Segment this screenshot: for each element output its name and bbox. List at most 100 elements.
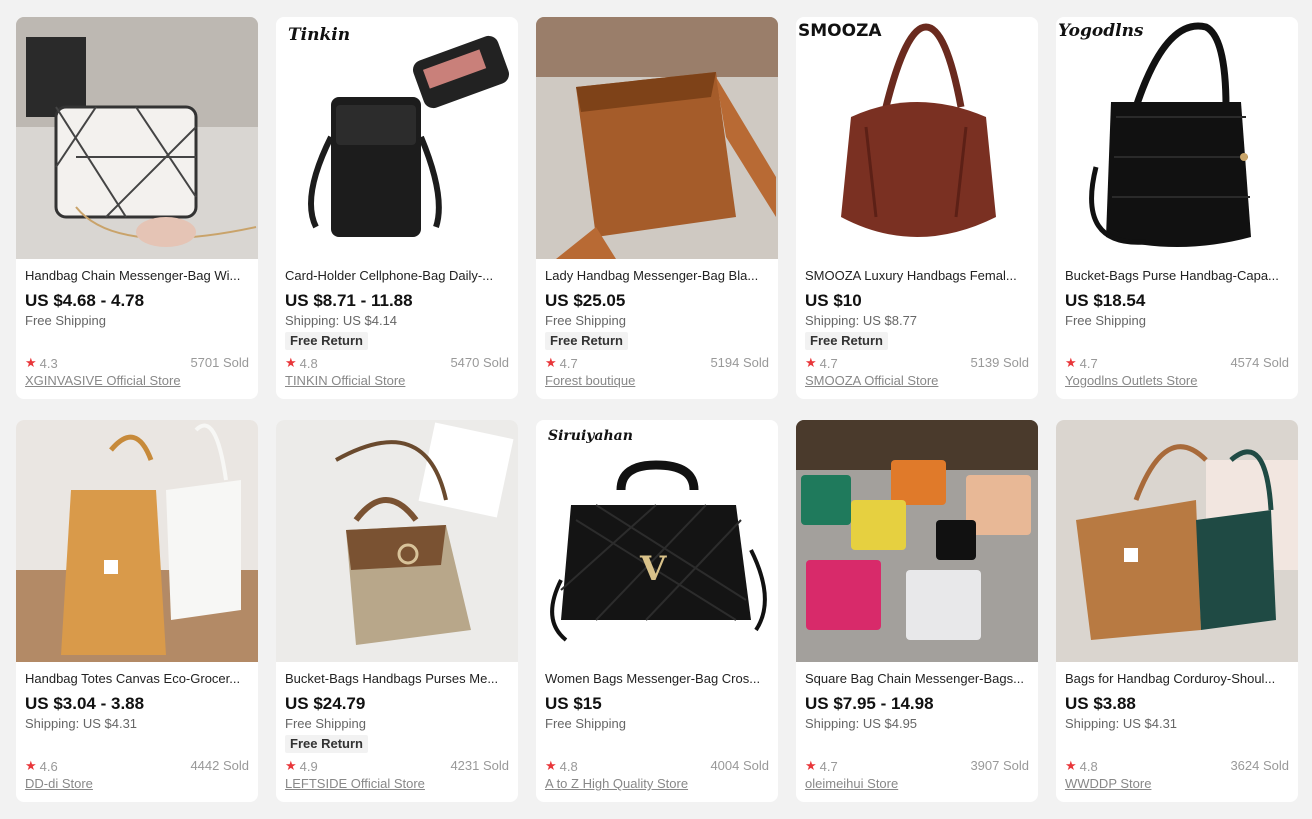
product-meta: ★ 4.7 3907 Sold (805, 758, 1029, 774)
product-price: US $25.05 (545, 291, 626, 310)
sold-count: 3624 Sold (1230, 758, 1289, 773)
shipping-info: Shipping: US $8.77 (805, 313, 918, 328)
product-title[interactable]: Square Bag Chain Messenger-Bags... (805, 671, 1029, 687)
store-link[interactable]: Forest boutique (545, 373, 635, 388)
product-meta: ★ 4.9 4231 Sold (285, 758, 509, 774)
product-title[interactable]: Bags for Handbag Corduroy-Shoul... (1065, 671, 1289, 687)
product-price: US $8.71 - 11.88 (285, 291, 413, 310)
brand-watermark: Yogodlns (1058, 21, 1144, 41)
product-card[interactable]: Tinkin Card-Holder Cellphone-Bag Daily-.… (276, 17, 518, 399)
rating-value: 4.7 (819, 758, 838, 774)
star-icon: ★ (1065, 758, 1077, 773)
product-card[interactable]: SMOOZA SMOOZA Luxury Handbags Femal... U… (796, 17, 1038, 399)
star-icon: ★ (805, 758, 817, 773)
sold-count: 4574 Sold (1230, 355, 1289, 370)
product-image[interactable]: Yogodlns (1056, 17, 1298, 259)
product-image[interactable] (16, 17, 258, 259)
product-title[interactable]: Handbag Totes Canvas Eco-Grocer... (25, 671, 249, 687)
shipping-info: Free Shipping (545, 313, 626, 328)
product-card[interactable]: Handbag Totes Canvas Eco-Grocer... US $3… (16, 420, 258, 802)
sold-count: 4442 Sold (190, 758, 249, 773)
sold-count: 5194 Sold (710, 355, 769, 370)
product-card[interactable]: Handbag Chain Messenger-Bag Wi... US $4.… (16, 17, 258, 399)
product-price: US $24.79 (285, 694, 366, 713)
star-icon: ★ (25, 758, 37, 773)
brand-watermark: Siruiyahan (548, 428, 633, 444)
product-card[interactable]: V Siruiyahan Women Bags Messenger-Bag Cr… (536, 420, 778, 802)
product-card[interactable]: Square Bag Chain Messenger-Bags... US $7… (796, 420, 1038, 802)
product-title[interactable]: Card-Holder Cellphone-Bag Daily-... (285, 268, 509, 284)
shipping-info: Free Shipping (285, 716, 366, 731)
product-image[interactable]: SMOOZA (796, 17, 1038, 259)
rating: ★ 4.7 (545, 355, 578, 371)
product-card[interactable]: Bags for Handbag Corduroy-Shoul... US $3… (1056, 420, 1298, 802)
product-title[interactable]: Lady Handbag Messenger-Bag Bla... (545, 268, 769, 284)
free-return-badge: Free Return (285, 332, 368, 350)
store-link[interactable]: TINKIN Official Store (285, 373, 405, 388)
rating-value: 4.3 (39, 355, 58, 371)
product-title[interactable]: Bucket-Bags Handbags Purses Me... (285, 671, 509, 687)
rating-value: 4.7 (559, 355, 578, 371)
product-card[interactable]: Yogodlns Bucket-Bags Purse Handbag-Capa.… (1056, 17, 1298, 399)
product-image[interactable] (1056, 420, 1298, 662)
product-image[interactable] (536, 17, 778, 259)
brand-watermark: SMOOZA (798, 21, 882, 41)
sold-count: 5470 Sold (450, 355, 509, 370)
product-price: US $18.54 (1065, 291, 1146, 310)
rating: ★ 4.8 (1065, 758, 1098, 774)
product-price: US $3.88 (1065, 694, 1136, 713)
store-link[interactable]: SMOOZA Official Store (805, 373, 938, 388)
rating-value: 4.8 (559, 758, 578, 774)
product-meta: ★ 4.7 5139 Sold (805, 355, 1029, 371)
product-price: US $7.95 - 14.98 (805, 694, 934, 713)
product-image[interactable] (796, 420, 1038, 662)
product-image[interactable]: Tinkin (276, 17, 518, 259)
rating-value: 4.9 (299, 758, 318, 774)
star-icon: ★ (545, 758, 557, 773)
product-meta: ★ 4.6 4442 Sold (25, 758, 249, 774)
rating-value: 4.6 (39, 758, 58, 774)
rating: ★ 4.3 (25, 355, 58, 371)
sold-count: 5139 Sold (970, 355, 1029, 370)
rating: ★ 4.8 (545, 758, 578, 774)
product-title[interactable]: SMOOZA Luxury Handbags Femal... (805, 268, 1029, 284)
product-meta: ★ 4.7 4574 Sold (1065, 355, 1289, 371)
product-meta: ★ 4.7 5194 Sold (545, 355, 769, 371)
product-price: US $3.04 - 3.88 (25, 694, 145, 713)
free-return-badge: Free Return (285, 735, 368, 753)
store-link[interactable]: WWDDP Store (1065, 776, 1151, 791)
product-image[interactable] (276, 420, 518, 662)
star-icon: ★ (805, 355, 817, 370)
star-icon: ★ (285, 355, 297, 370)
sold-count: 3907 Sold (970, 758, 1029, 773)
star-icon: ★ (25, 355, 37, 370)
store-link[interactable]: LEFTSIDE Official Store (285, 776, 425, 791)
store-link[interactable]: oleimeihui Store (805, 776, 898, 791)
rating-value: 4.8 (1079, 758, 1098, 774)
product-image[interactable] (16, 420, 258, 662)
product-title[interactable]: Bucket-Bags Purse Handbag-Capa... (1065, 268, 1289, 284)
store-link[interactable]: Yogodlns Outlets Store (1065, 373, 1198, 388)
sold-count: 4004 Sold (710, 758, 769, 773)
rating: ★ 4.6 (25, 758, 58, 774)
rating-value: 4.7 (819, 355, 838, 371)
brand-watermark: Tinkin (288, 25, 351, 45)
product-title[interactable]: Women Bags Messenger-Bag Cros... (545, 671, 769, 687)
svg-text:V: V (639, 549, 667, 589)
product-title[interactable]: Handbag Chain Messenger-Bag Wi... (25, 268, 249, 284)
rating: ★ 4.8 (285, 355, 318, 371)
rating: ★ 4.7 (805, 758, 838, 774)
store-link[interactable]: A to Z High Quality Store (545, 776, 688, 791)
product-card[interactable]: Bucket-Bags Handbags Purses Me... US $24… (276, 420, 518, 802)
star-icon: ★ (1065, 355, 1077, 370)
store-link[interactable]: DD-di Store (25, 776, 93, 791)
product-card[interactable]: Lady Handbag Messenger-Bag Bla... US $25… (536, 17, 778, 399)
product-meta: ★ 4.3 5701 Sold (25, 355, 249, 371)
shipping-info: Free Shipping (1065, 313, 1146, 328)
product-image[interactable]: V Siruiyahan (536, 420, 778, 662)
product-price: US $4.68 - 4.78 (25, 291, 145, 310)
star-icon: ★ (285, 758, 297, 773)
free-return-badge: Free Return (545, 332, 628, 350)
store-link[interactable]: XGINVASIVE Official Store (25, 373, 181, 388)
shipping-info: Free Shipping (545, 716, 626, 731)
